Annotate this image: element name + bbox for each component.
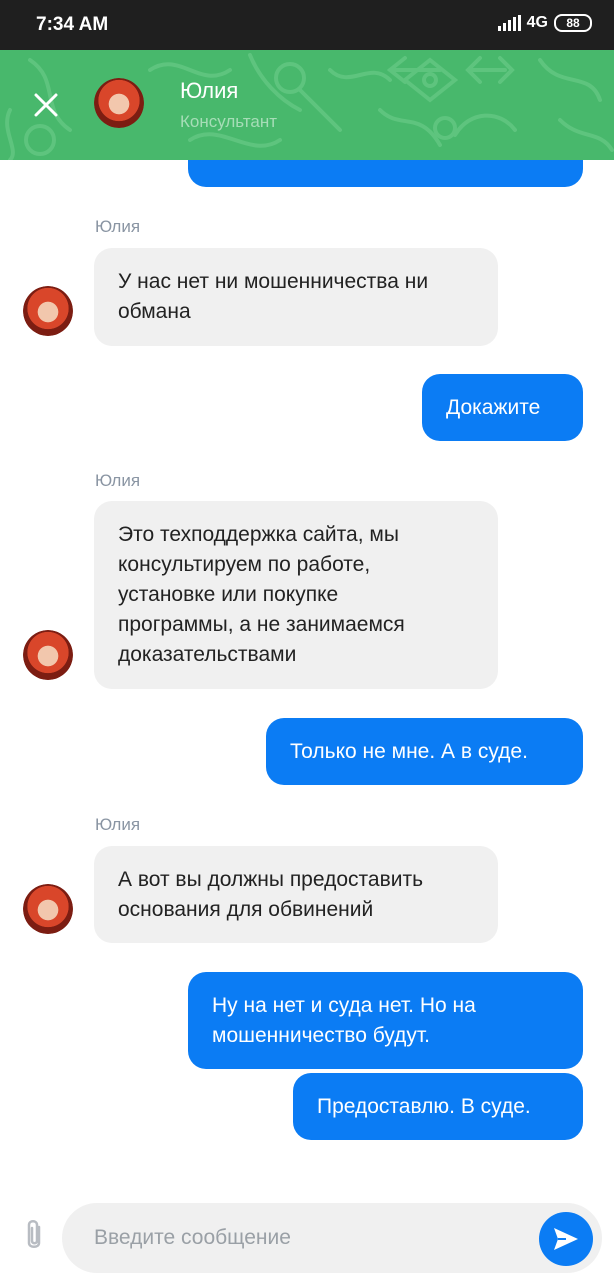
send-button[interactable] [539,1212,593,1266]
status-time: 7:34 AM [36,14,109,35]
message-line: обмана [118,300,191,323]
header-avatar [94,78,144,128]
chat-header: Юлия Консультант [0,50,614,160]
message-line: Предоставлю. В суде. [317,1094,531,1118]
message-line: У нас нет ни мошенничества ни [118,270,429,293]
paperclip-icon [27,1220,41,1248]
status-bar: 7:34 AM 4G 88 [0,0,614,50]
close-button[interactable] [24,83,68,127]
attach-button[interactable] [20,1218,48,1254]
message-incoming: У нас нет ни мошенничества ни обмана [94,248,498,346]
message-line: основания для обвинений [118,897,374,921]
message-line: Это техподдержка сайта, мы [118,523,399,546]
message-sender: Юлия [95,217,141,236]
battery-icon: 88 [554,14,592,32]
message-list: Юлия У нас нет ни мошенничества ни обман… [0,120,614,1190]
message-outgoing: Докажите [422,374,583,441]
sender-avatar [23,884,73,934]
send-icon [554,1228,578,1250]
signal-icon [497,15,521,31]
message-line: Ну на нет и суда нет. Но на [212,993,476,1017]
message-line: установке или покупке [118,583,339,606]
message-line: А вот вы должны предоставить [118,867,424,891]
message-line: консультируем по работе, [118,553,371,576]
message-sender: Юлия [95,815,141,834]
composer [0,1190,614,1280]
message-outgoing: Ну на нет и суда нет. Но на мошенничеств… [188,972,583,1069]
header-pattern [5,53,614,160]
message-line: Докажите [446,395,541,419]
message-incoming: Это техподдержка сайта, мы консультируем… [94,501,498,689]
message-line: Только не мне. А в суде. [290,739,528,763]
close-icon [34,93,58,117]
sender-avatar [23,286,73,336]
message-outgoing: Только не мне. А в суде. [266,718,583,785]
message-outgoing: Предоставлю. В суде. [293,1073,583,1140]
status-indicators: 4G 88 [497,14,592,32]
message-sender: Юлия [95,471,141,490]
chat-screen: 7:34 AM 4G 88 Юлия Консультант Юлия У на… [0,0,614,1280]
message-line: доказательствами [118,643,297,666]
sender-avatar [23,630,73,680]
contact-role: Консультант [180,112,278,131]
message-line: мошенничество будут. [212,1023,430,1047]
network-type: 4G [526,14,548,31]
message-incoming: А вот вы должны предоставить основания д… [94,846,498,943]
message-input[interactable] [62,1203,602,1273]
message-line: программы, а не занимаемся [118,613,405,636]
contact-name: Юлия [180,78,239,103]
